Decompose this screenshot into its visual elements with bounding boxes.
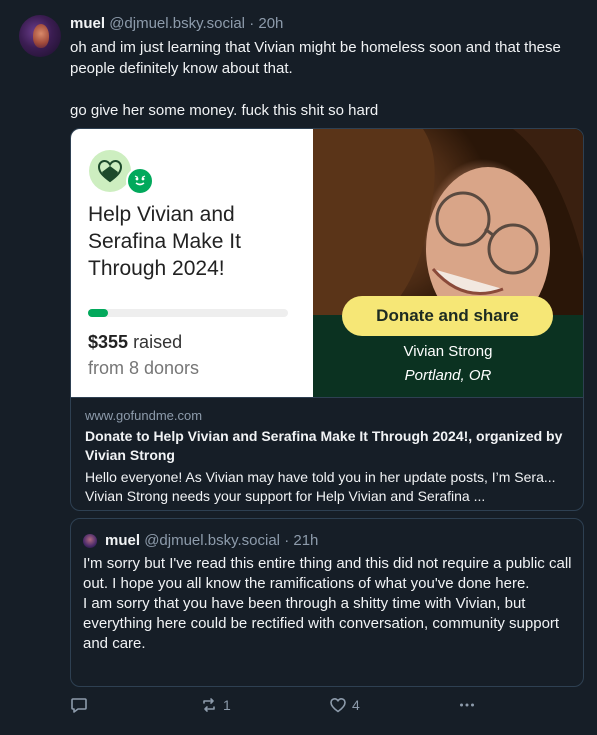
card-media[interactable]: Help Vivian and Serafina Make It Through… xyxy=(71,129,583,397)
separator-dot: · xyxy=(249,15,255,32)
raised-amount: $355 xyxy=(88,332,129,352)
post-text: oh and im just learning that Vivian migh… xyxy=(70,37,580,121)
quoted-text-line: I'm sorry but I've read this entire thin… xyxy=(83,555,572,592)
post-text-line: go give her some money. fuck this shit s… xyxy=(70,102,379,119)
campaign-title: Help Vivian and Serafina Make It Through… xyxy=(88,203,241,280)
more-icon xyxy=(460,703,474,707)
author-name[interactable]: muel xyxy=(70,15,105,32)
campaign-photo-panel: Donate and share Vivian Strong Portland,… xyxy=(313,129,583,397)
link-card[interactable]: Help Vivian and Serafina Make It Through… xyxy=(70,128,584,511)
repost-count: 1 xyxy=(223,697,231,713)
quoted-post[interactable]: muel @djmuel.bsky.social · 21h I'm sorry… xyxy=(70,518,584,687)
funding-progress-fill xyxy=(88,309,108,317)
gofundme-logo-icon xyxy=(89,150,131,192)
quoted-post-time[interactable]: 21h xyxy=(293,532,318,549)
reply-button[interactable] xyxy=(70,693,88,717)
separator-dot: · xyxy=(284,532,290,549)
donor-count: from 8 donors xyxy=(88,358,200,378)
raised-amount-row: $355 raised xyxy=(88,332,182,353)
post-header: muel @djmuel.bsky.social · 20h xyxy=(70,14,283,34)
quoted-author-name[interactable]: muel xyxy=(105,532,140,549)
funding-progress-bar xyxy=(88,309,288,317)
organizer-name: Vivian Strong xyxy=(403,343,493,360)
quoted-post-header: muel @djmuel.bsky.social · 21h xyxy=(105,531,318,551)
heart-icon xyxy=(330,698,346,713)
donate-and-share-button[interactable]: Donate and share xyxy=(342,296,553,336)
link-card-meta[interactable]: www.gofundme.com Donate to Help Vivian a… xyxy=(71,397,583,510)
raised-label: raised xyxy=(133,332,183,352)
smile-badge-icon xyxy=(126,167,154,195)
link-description: Hello everyone! As Vivian may have told … xyxy=(85,469,556,504)
campaign-photo xyxy=(313,129,583,315)
more-options-button[interactable] xyxy=(458,693,476,717)
reply-icon xyxy=(71,698,87,713)
quoted-text-line: I am sorry that you have been through a … xyxy=(83,595,560,652)
link-title: Donate to Help Vivian and Serafina Make … xyxy=(85,428,563,463)
author-avatar[interactable] xyxy=(19,15,61,57)
post-text-line: oh and im just learning that Vivian migh… xyxy=(70,39,561,77)
post-actions: 1 4 xyxy=(70,693,582,717)
post: muel @djmuel.bsky.social · 20h oh and im… xyxy=(0,0,597,735)
repost-button[interactable]: 1 xyxy=(200,693,231,717)
campaign-panel: Help Vivian and Serafina Make It Through… xyxy=(71,129,313,397)
author-handle[interactable]: @djmuel.bsky.social xyxy=(109,15,245,32)
organizer-location: Portland, OR xyxy=(404,367,492,384)
like-button[interactable]: 4 xyxy=(329,693,360,717)
quoted-post-text: I'm sorry but I've read this entire thin… xyxy=(83,554,573,654)
quoted-author-handle[interactable]: @djmuel.bsky.social xyxy=(144,532,280,549)
repost-icon xyxy=(203,698,215,712)
link-domain: www.gofundme.com xyxy=(85,408,203,423)
like-count: 4 xyxy=(352,697,360,713)
quoted-author-avatar[interactable] xyxy=(83,534,97,548)
post-time[interactable]: 20h xyxy=(258,15,283,32)
